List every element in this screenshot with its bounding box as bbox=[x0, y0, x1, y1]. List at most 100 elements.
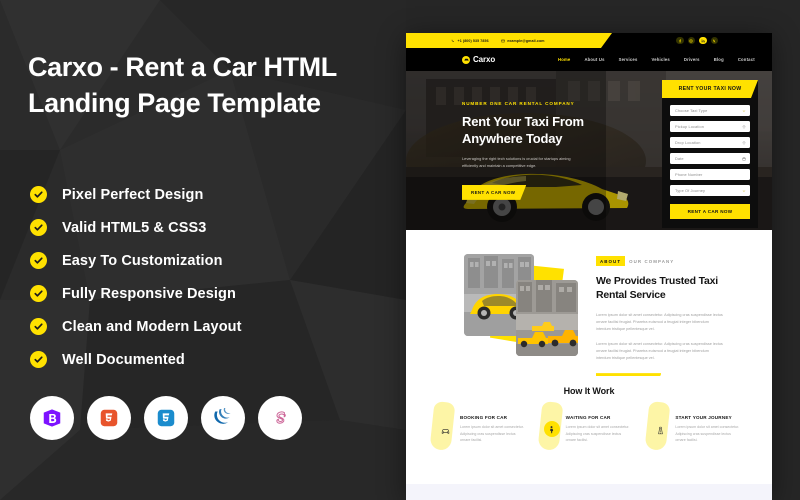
nav-item-vehicles[interactable]: Vehicles bbox=[652, 57, 670, 62]
nav-menu: Home About Us Services Vehicles Drivers … bbox=[558, 57, 755, 62]
feature-label: Fully Responsive Design bbox=[62, 285, 236, 302]
taxi-type-select[interactable]: Choose Taxi Type bbox=[670, 105, 750, 116]
field-label: Choose Taxi Type bbox=[675, 108, 708, 113]
feature-label: Clean and Modern Layout bbox=[62, 318, 242, 335]
step-body: BOOKING FOR CAR Lorem ipsum dolor sit am… bbox=[460, 414, 526, 444]
email-address: example@gmail.com bbox=[507, 38, 545, 43]
nav-item-blog[interactable]: Blog bbox=[714, 57, 724, 62]
css3-icon bbox=[144, 396, 188, 440]
pickup-location-input[interactable]: Pickup Location bbox=[670, 121, 750, 132]
about-paragraph-1: Lorem ipsum dolor sit amet consectetur. … bbox=[596, 312, 723, 332]
list-item: Clean and Modern Layout bbox=[30, 310, 380, 343]
field-label: Type Of Journey bbox=[675, 188, 706, 193]
step-text: Lorem ipsum dolor sit amet consectetur. … bbox=[460, 425, 524, 443]
about-paragraph-2: Lorem ipsum dolor sit amet consectetur. … bbox=[596, 341, 723, 360]
sass-icon bbox=[258, 396, 302, 440]
nav-item-contact[interactable]: Contact bbox=[738, 57, 755, 62]
feature-label: Pixel Perfect Design bbox=[62, 186, 204, 203]
social-links bbox=[676, 33, 718, 48]
step-waiting-for-car: WAITING FOR CAR Lorem ipsum dolor sit am… bbox=[537, 401, 635, 451]
nav-item-about-us[interactable]: About Us bbox=[584, 57, 604, 62]
hero-title: Rent Your Taxi From Anywhere Today bbox=[462, 114, 584, 146]
check-icon bbox=[30, 285, 47, 302]
booking-form-heading: RENT YOUR TAXI NOW bbox=[662, 80, 758, 98]
how-it-works-section: How It Work BOOKING FOR CAR Lorem ipsum … bbox=[406, 376, 772, 484]
feature-list: Pixel Perfect Design Valid HTML5 & CSS3 … bbox=[30, 178, 380, 376]
step-text: Lorem ipsum dolor sit amet consectetur. … bbox=[565, 425, 630, 443]
person-waiting-icon bbox=[543, 421, 560, 437]
how-it-works-steps: BOOKING FOR CAR Lorem ipsum dolor sit am… bbox=[406, 401, 772, 451]
check-icon bbox=[30, 252, 47, 269]
about-images bbox=[462, 252, 582, 356]
about-eyebrow: ABOUT OUR COMPANY bbox=[596, 256, 724, 266]
jquery-icon bbox=[201, 396, 245, 440]
tech-badge-list bbox=[30, 396, 302, 440]
bootstrap-icon bbox=[30, 396, 74, 440]
preview-navbar: Carxo Home About Us Services Vehicles Dr… bbox=[406, 48, 772, 71]
twitter-icon[interactable] bbox=[710, 36, 718, 45]
hero-section: Number One Car Rental Company Rent Your … bbox=[406, 71, 772, 230]
about-section: ABOUT OUR COMPANY We Provides Trusted Ta… bbox=[406, 230, 772, 376]
topbar-contact-strip: +1 (800) 535 7856 example@gmail.com bbox=[406, 33, 612, 48]
check-icon bbox=[30, 351, 47, 368]
about-title: We Provides Trusted Taxi Rental Service bbox=[596, 275, 719, 301]
step-title: BOOKING FOR CAR bbox=[460, 415, 508, 420]
chevron-down-icon bbox=[742, 189, 746, 193]
calendar-icon bbox=[742, 156, 746, 161]
feature-label: Valid HTML5 & CSS3 bbox=[62, 219, 207, 236]
how-it-works-title: How It Work bbox=[563, 386, 615, 396]
about-copy: ABOUT OUR COMPANY We Provides Trusted Ta… bbox=[596, 256, 724, 388]
location-pin-icon bbox=[742, 124, 746, 129]
nav-item-drivers[interactable]: Drivers bbox=[684, 57, 700, 62]
check-icon bbox=[30, 318, 47, 335]
linkedin-icon[interactable] bbox=[699, 36, 707, 45]
list-item: Well Documented bbox=[30, 343, 380, 376]
check-icon bbox=[30, 186, 47, 203]
booking-submit-button[interactable]: RENT A CAR NOW bbox=[670, 204, 750, 219]
about-eyebrow-rest: OUR COMPANY bbox=[629, 258, 675, 264]
hero-eyebrow: Number One Car Rental Company bbox=[462, 101, 575, 106]
drop-location-input[interactable]: Drop Location bbox=[670, 137, 750, 148]
envelope-icon bbox=[501, 39, 505, 43]
field-label: Drop Location bbox=[675, 140, 701, 145]
instagram-icon[interactable] bbox=[687, 36, 695, 45]
road-icon bbox=[651, 421, 669, 439]
page-title: Carxo - Rent a Car HTML Landing Page Tem… bbox=[28, 52, 337, 118]
feature-label: Easy To Customization bbox=[62, 252, 223, 269]
location-pin-icon bbox=[742, 140, 746, 145]
step-body: START YOUR JOURNEY Lorem ipsum dolor sit… bbox=[675, 414, 741, 444]
nav-item-services[interactable]: Services bbox=[619, 57, 638, 62]
feature-label: Well Documented bbox=[62, 351, 185, 368]
hero-copy: Number One Car Rental Company Rent Your … bbox=[462, 101, 622, 200]
html5-icon bbox=[87, 396, 131, 440]
phone-number-input[interactable]: Phone Number bbox=[670, 169, 750, 180]
services-section-strip: OUR SERVICES bbox=[406, 484, 772, 500]
phone-contact[interactable]: +1 (800) 535 7856 bbox=[451, 39, 489, 43]
phone-number: +1 (800) 535 7856 bbox=[457, 38, 489, 43]
preview-topbar: +1 (800) 535 7856 example@gmail.com bbox=[406, 33, 772, 48]
date-input[interactable]: Date bbox=[670, 153, 750, 164]
step-start-your-journey: START YOUR JOURNEY Lorem ipsum dolor sit… bbox=[644, 401, 742, 451]
hero-cta-button[interactable]: RENT A CAR NOW bbox=[462, 185, 526, 200]
step-text: Lorem ipsum dolor sit amet consectetur. … bbox=[675, 425, 740, 443]
list-item: Pixel Perfect Design bbox=[30, 178, 380, 211]
field-label: Date bbox=[675, 156, 684, 161]
booking-form: RENT YOUR TAXI NOW Choose Taxi Type Pick… bbox=[662, 80, 758, 228]
step-title: START YOUR JOURNEY bbox=[675, 415, 732, 420]
step-body: WAITING FOR CAR Lorem ipsum dolor sit am… bbox=[566, 414, 632, 444]
about-photo-taxi-street bbox=[516, 280, 578, 356]
check-icon bbox=[30, 219, 47, 236]
facebook-icon[interactable] bbox=[676, 36, 684, 45]
journey-type-select[interactable]: Type Of Journey bbox=[670, 185, 750, 196]
hero-description: Leveraging the right tech solutions is c… bbox=[462, 156, 571, 169]
email-contact[interactable]: example@gmail.com bbox=[501, 39, 545, 43]
logo[interactable]: Carxo bbox=[462, 55, 495, 64]
nav-item-home[interactable]: Home bbox=[558, 57, 570, 62]
field-label: Phone Number bbox=[675, 172, 703, 177]
list-item: Easy To Customization bbox=[30, 244, 380, 277]
promo-panel: Carxo - Rent a Car HTML Landing Page Tem… bbox=[0, 0, 406, 500]
template-preview: +1 (800) 535 7856 example@gmail.com Carx… bbox=[406, 33, 772, 500]
list-item: Valid HTML5 & CSS3 bbox=[30, 211, 380, 244]
about-eyebrow-highlight: ABOUT bbox=[596, 256, 626, 266]
car-icon bbox=[436, 421, 454, 439]
